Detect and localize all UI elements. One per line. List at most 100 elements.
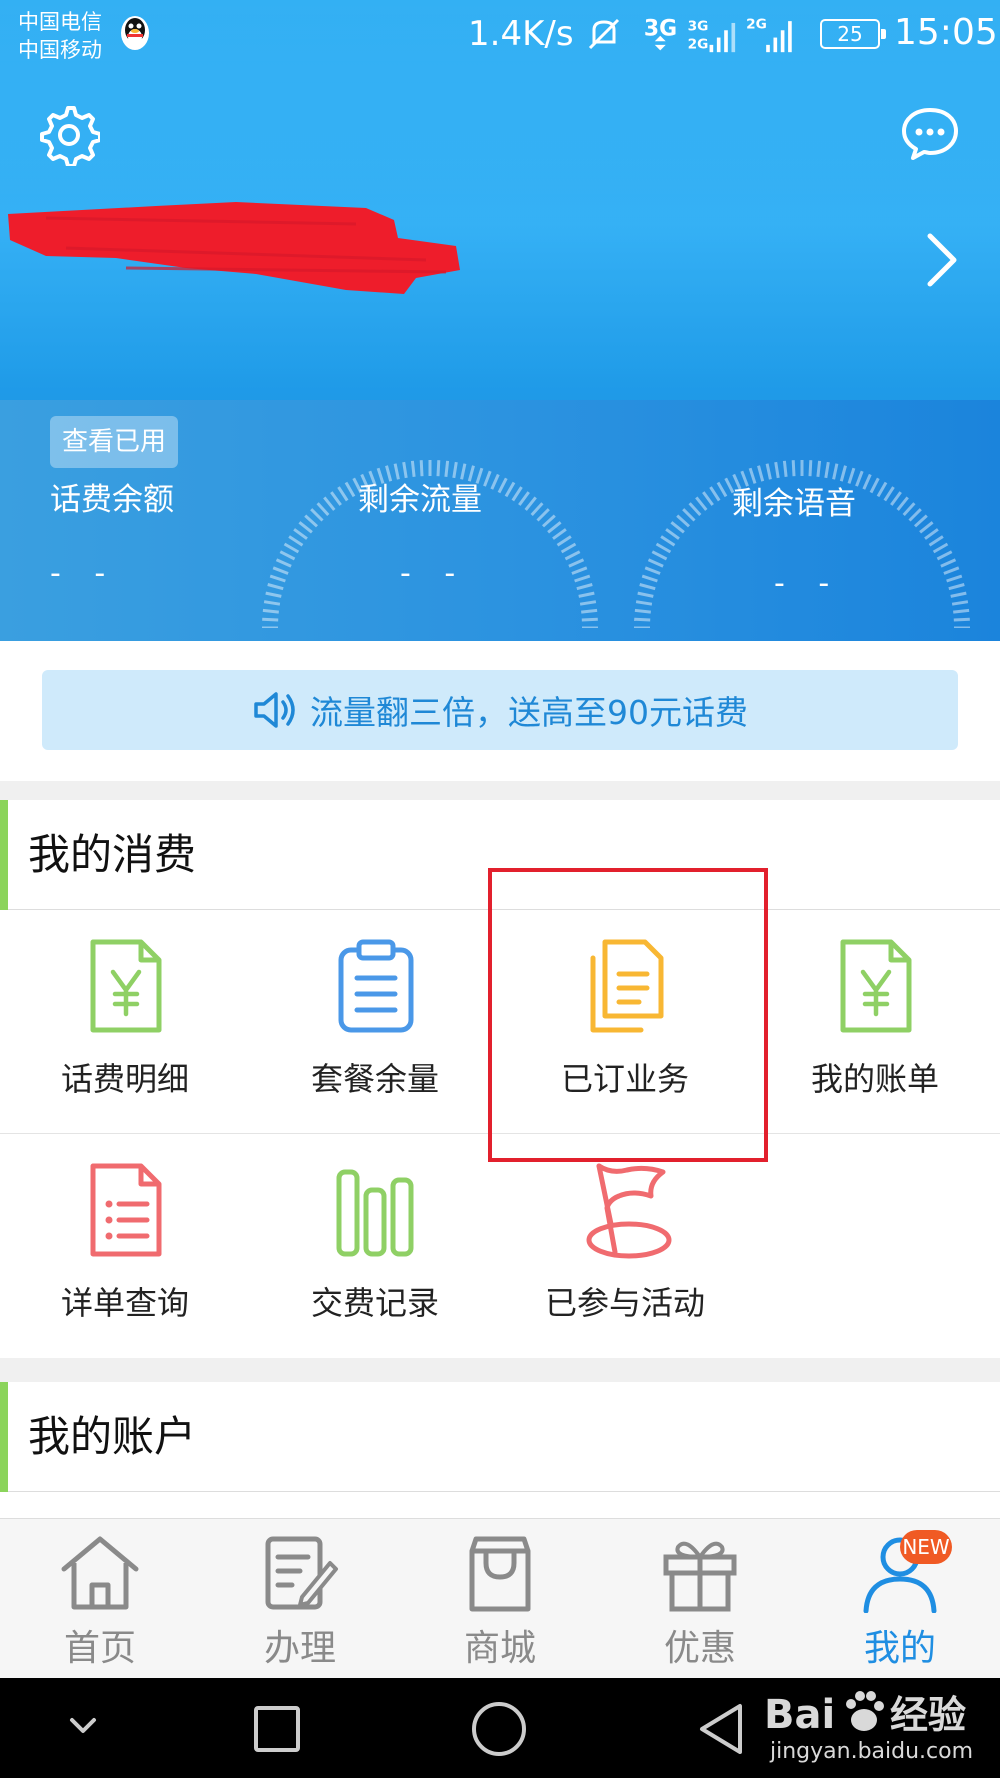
bill-detail-label: 话费明细 (60, 1060, 189, 1098)
gauge-tick (655, 542, 672, 554)
baidu-jingyan-watermark: Bai 经验 jingyan.baidu.com (764, 1691, 973, 1764)
package-balance-label: 套餐余量 (310, 1060, 439, 1098)
gear-icon[interactable] (38, 104, 100, 166)
svg-text:经验: 经验 (890, 1693, 966, 1737)
gauge-tick (647, 558, 664, 568)
gauge-tick (716, 481, 728, 498)
gauge-tick (490, 473, 500, 490)
gauge-tick (782, 460, 788, 477)
gauge-tick (316, 502, 330, 517)
gauge-tick (581, 617, 598, 622)
gauge-tick (670, 521, 685, 534)
tab-mine-label: 我的 (863, 1628, 936, 1669)
carrier-names: 中国电信 中国移动 (18, 8, 102, 64)
subscribed-services-item[interactable]: 已订业务 (500, 910, 750, 1134)
section-title-consumption: 我的消费 (0, 800, 1000, 910)
gauge-tick (824, 461, 830, 479)
gauge-tick (330, 491, 342, 506)
consumption-row-1: 话费明细 套餐余量 已订业务 我的账单 (0, 910, 1000, 1134)
home-button-icon[interactable] (470, 1700, 528, 1758)
data-gauge-arc (262, 460, 598, 628)
gauge-tick (896, 496, 909, 511)
gauge-tick (644, 566, 661, 575)
gauge-tick (709, 486, 721, 502)
gift-icon (663, 1541, 737, 1612)
gauge-tick (547, 521, 562, 534)
gauge-tick (530, 502, 544, 517)
my-consumption-section: 我的消费 话费明细 套餐余量 已订业务 我的账单 详单查询 交费记录 已参与活动 (0, 800, 1000, 1358)
gauge-tick (791, 460, 796, 477)
voice-remaining-label: 剩余语音 (732, 486, 856, 522)
signal-icons: 3G 3G 2G 2G (644, 16, 792, 53)
view-used-button[interactable]: 查看已用 (50, 416, 178, 468)
gauge-tick (483, 470, 492, 487)
back-icon[interactable] (696, 1702, 746, 1756)
gauge-tick (639, 583, 656, 591)
gauge-tick (943, 566, 960, 575)
tab-home[interactable]: 首页 (0, 1519, 200, 1679)
subscribed-services-label: 已订业务 (560, 1060, 689, 1098)
svg-text:jingyan.baidu.com: jingyan.baidu.com (769, 1739, 973, 1764)
gauge-tick (665, 528, 680, 540)
gauge-tick (908, 508, 922, 522)
gauge-tick (279, 550, 296, 561)
gauge-tick (574, 574, 591, 583)
gauge-tick (635, 600, 653, 606)
gauge-tick (660, 535, 676, 547)
gauge-tick (275, 558, 292, 568)
my-bill-item[interactable]: 我的账单 (750, 910, 1000, 1134)
voice-remaining-value: - - (774, 566, 842, 601)
gauge-tick (890, 491, 902, 506)
home-icon (61, 1536, 139, 1610)
promo-text: 流量翻三倍，送高至90元话费 (310, 693, 748, 732)
gauge-tick (940, 558, 957, 568)
status-bar: 中国电信 中国移动 1.4K/s 3G 3G 2G 2G 25 15:05 (0, 0, 1000, 70)
bar-chart-icon (336, 1169, 414, 1257)
bill-detail-item[interactable]: 话费明细 (0, 910, 250, 1134)
qq-penguin-icon (121, 16, 149, 50)
payment-records-item[interactable]: 交费记录 (250, 1134, 500, 1358)
gauge-tick (950, 591, 967, 598)
gauge-tick (902, 502, 916, 517)
promo-banner[interactable]: 流量翻三倍，送高至90元话费 (42, 670, 958, 750)
gauge-tick (946, 574, 963, 583)
chat-bubble-icon[interactable] (900, 106, 960, 162)
gauge-tick (568, 558, 585, 568)
battery-indicator: 25 (820, 19, 886, 49)
gauge-tick (702, 491, 714, 506)
gauge-tick (953, 617, 970, 622)
gauge-tick (869, 477, 880, 494)
joined-activities-item[interactable]: 已参与活动 (500, 1134, 750, 1358)
yuan-document-icon (90, 939, 162, 1033)
gauge-tick (269, 574, 286, 583)
gauge-tick (556, 535, 572, 547)
gauge-tick (676, 514, 691, 528)
itemized-query-item[interactable]: 详单查询 (0, 1134, 250, 1358)
payment-records-label: 交费记录 (310, 1284, 439, 1322)
gauge-tick (832, 463, 839, 480)
new-badge: NEW (900, 1530, 952, 1564)
gauge-tick (560, 542, 577, 554)
carrier-2: 中国移动 (18, 38, 102, 62)
recent-apps-icon[interactable] (252, 1704, 302, 1754)
gauge-tick (337, 486, 349, 502)
gauge-tick (883, 486, 895, 502)
gauge-tick (262, 608, 279, 614)
gauge-tick (344, 481, 356, 498)
gauge-tick (634, 608, 651, 614)
gauge-tick (928, 535, 944, 547)
tab-offers[interactable]: 优惠 (600, 1519, 800, 1679)
tab-home-label: 首页 (63, 1628, 136, 1669)
tab-handle[interactable]: 办理 (200, 1519, 400, 1679)
documents-icon (590, 939, 664, 1033)
network-speed: 1.4K/s (468, 14, 574, 54)
balance-label: 话费余额 (50, 482, 174, 518)
svg-text:3G: 3G (688, 18, 709, 34)
chevron-right-icon[interactable] (924, 230, 960, 290)
chevron-down-icon[interactable] (66, 1714, 100, 1738)
gauge-tick (634, 617, 651, 622)
gauge-tick (862, 473, 872, 490)
gauge-tick (288, 535, 304, 547)
tab-mall[interactable]: 商城 (400, 1519, 600, 1679)
package-balance-item[interactable]: 套餐余量 (250, 910, 500, 1134)
